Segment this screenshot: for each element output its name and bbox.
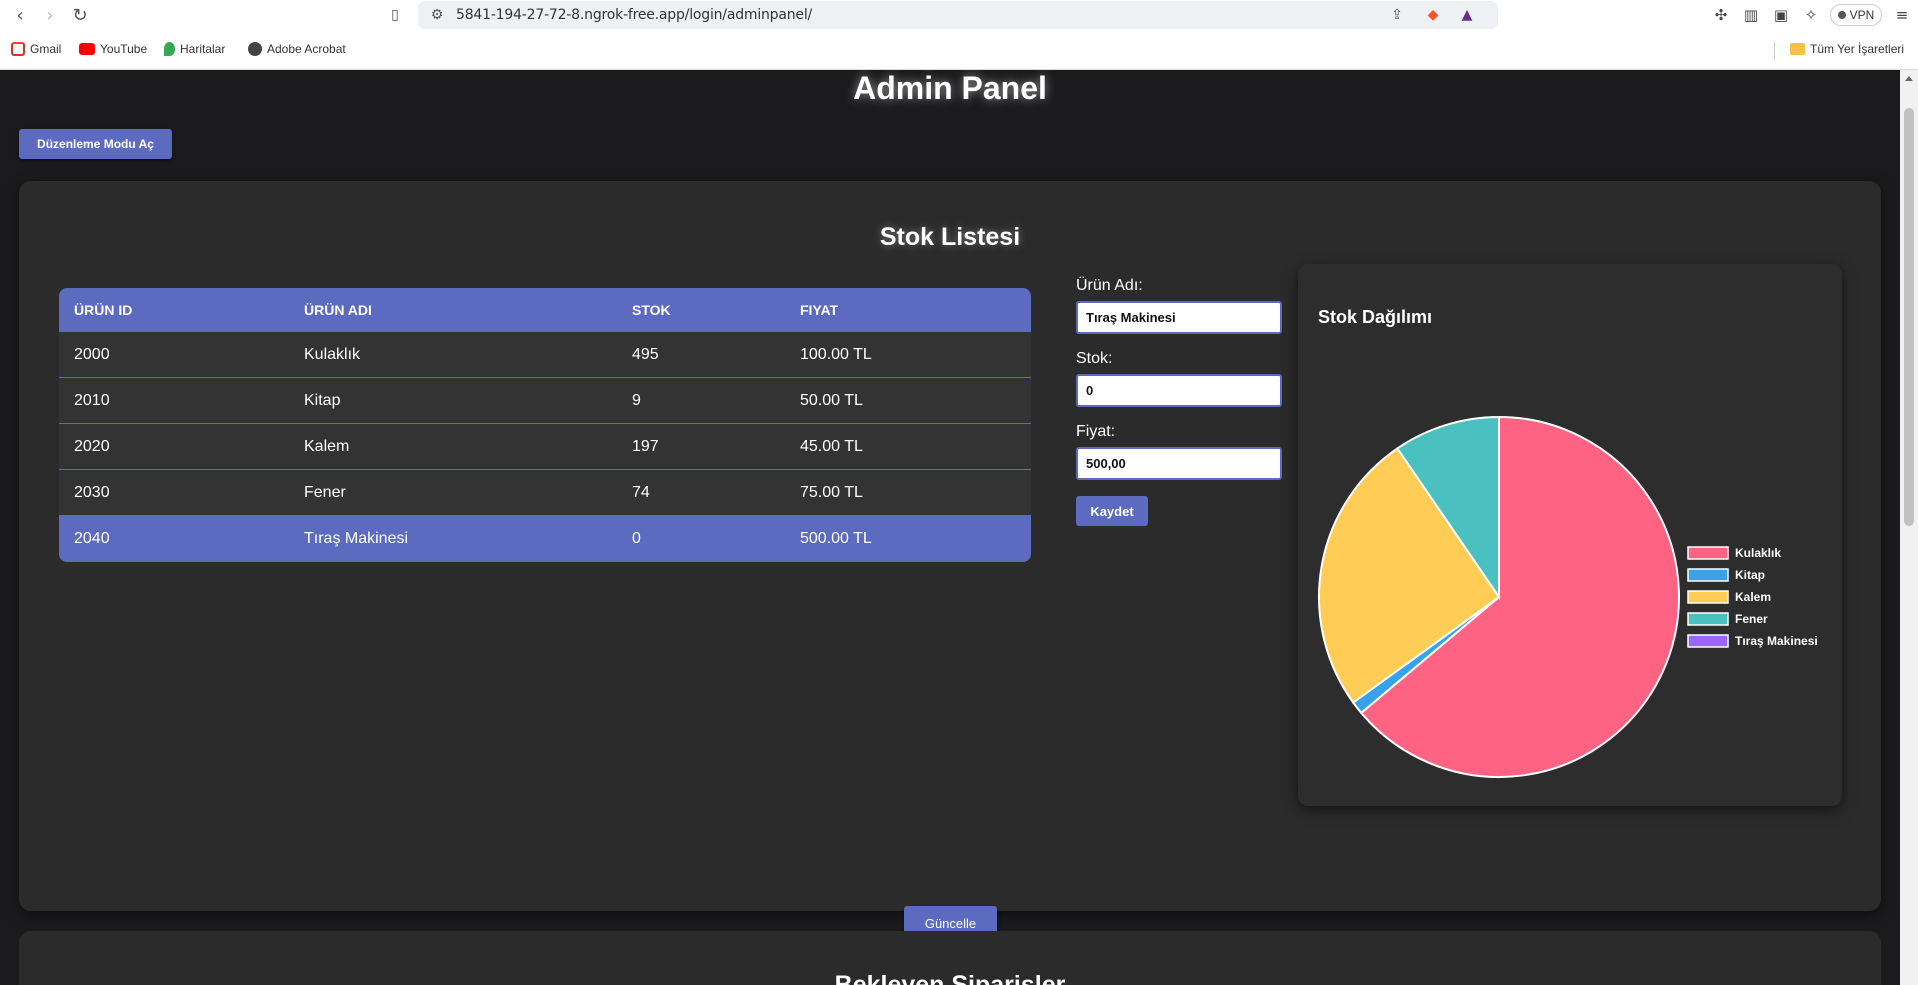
- maps-icon: [164, 42, 175, 56]
- stock-chart: Stok Dağılımı Kulaklık Kitap Kalem Fener Tır…: [1298, 264, 1842, 806]
- vpn-status-icon: [1837, 11, 1846, 19]
- legend-swatch[interactable]: [1687, 590, 1729, 604]
- scroll-thumb[interactable]: [1904, 108, 1914, 526]
- forward-icon[interactable]: ›: [39, 4, 61, 26]
- table-header: ÜRÜN ID ÜRÜN ADI STOK FIYAT: [59, 288, 1031, 332]
- bookmark-label: Gmail: [30, 42, 62, 56]
- brave-rewards-icon[interactable]: ▲: [1458, 6, 1476, 24]
- stock-table: ÜRÜN ID ÜRÜN ADI STOK FIYAT 2000 Kulaklı…: [59, 288, 1031, 562]
- bookmark-icon[interactable]: ▯: [384, 4, 406, 26]
- edit-mode-button[interactable]: Düzenleme Modu Aç: [19, 129, 172, 159]
- cell-stock: 495: [632, 345, 659, 363]
- site-settings-icon[interactable]: ⚙: [428, 6, 446, 24]
- cell-price: 500.00 TL: [800, 530, 872, 547]
- legend-label[interactable]: Kulaklık: [1735, 546, 1781, 560]
- name-input[interactable]: [1076, 301, 1282, 334]
- wallet-icon[interactable]: ▣: [1770, 4, 1792, 26]
- cell-name: Kulaklık: [304, 345, 361, 363]
- bookmark-separator: [1774, 42, 1775, 60]
- cell-stock: 9: [632, 391, 641, 409]
- page-title: Admin Panel: [853, 70, 1047, 106]
- vpn-label: VPN: [1849, 8, 1875, 22]
- bookmark-adobe[interactable]: Adobe Acrobat: [248, 42, 346, 56]
- bookmark-youtube[interactable]: YouTube: [79, 42, 147, 56]
- all-bookmarks-label: Tüm Yer İşaretleri: [1810, 42, 1905, 56]
- orders-title: Bekleyen Siparişler: [834, 971, 1066, 985]
- folder-icon: [1790, 43, 1805, 55]
- scroll-up-icon[interactable]: [1905, 76, 1913, 81]
- legend-swatch[interactable]: [1687, 634, 1729, 648]
- edit-form: Ürün Adı: Stok: Fiyat: Kaydet: [1076, 277, 1282, 526]
- column-header-id: ÜRÜN ID: [74, 301, 133, 318]
- legend-swatch[interactable]: [1687, 612, 1729, 626]
- table-row[interactable]: 2000 Kulaklık 495 100.00 TL: [59, 332, 1031, 378]
- legend-swatch[interactable]: [1687, 568, 1729, 582]
- price-label: Fiyat:: [1076, 423, 1116, 440]
- share-icon[interactable]: ⇪: [1388, 6, 1406, 24]
- cell-stock: 0: [632, 530, 641, 547]
- stock-label: Stok:: [1076, 350, 1113, 367]
- cell-name: Kalem: [304, 437, 350, 455]
- cell-name: Tıraş Makinesi: [304, 530, 409, 547]
- sidebar-icon[interactable]: ▥: [1740, 4, 1762, 26]
- price-input[interactable]: [1076, 447, 1282, 480]
- bookmark-label: YouTube: [100, 42, 148, 56]
- scrollbar[interactable]: [1900, 70, 1918, 985]
- legend-label[interactable]: Kitap: [1735, 568, 1765, 582]
- cell-name: Fener: [304, 483, 346, 501]
- reload-icon[interactable]: ↻: [69, 4, 91, 26]
- cell-price: 45.00 TL: [800, 437, 863, 455]
- pie-chart: Kulaklık Kitap Kalem Fener Tıraş Makinesi: [1318, 415, 1818, 778]
- cell-name: Kitap: [304, 391, 341, 409]
- name-label: Ürün Adı:: [1076, 277, 1143, 294]
- cell-price: 100.00 TL: [800, 345, 872, 363]
- leo-ai-icon[interactable]: ✧: [1800, 4, 1822, 26]
- table-row[interactable]: 2030 Fener 74 75.00 TL: [59, 470, 1031, 516]
- stock-card: Stok Listesi ÜRÜN ID ÜRÜN ADI STOK FIYAT…: [19, 181, 1881, 941]
- bookmark-label: Haritalar: [180, 42, 226, 56]
- page-content: Admin Panel Düzenleme Modu Aç Stok Liste…: [0, 70, 1900, 985]
- legend-label[interactable]: Kalem: [1735, 590, 1771, 604]
- back-icon[interactable]: ‹: [9, 4, 31, 26]
- stock-title: Stok Listesi: [879, 223, 1021, 251]
- youtube-icon: [79, 43, 95, 55]
- cell-id: 2000: [74, 345, 110, 363]
- cell-id: 2020: [74, 437, 110, 455]
- gmail-icon: [11, 42, 25, 56]
- cell-price: 75.00 TL: [800, 483, 863, 501]
- column-header-price: FIYAT: [800, 301, 839, 318]
- legend-label[interactable]: Fener: [1735, 612, 1768, 626]
- legend-label[interactable]: Tıraş Makinesi: [1735, 634, 1818, 648]
- bookmark-maps[interactable]: Haritalar: [164, 42, 225, 56]
- brave-shield-icon[interactable]: ◆: [1424, 6, 1442, 24]
- menu-icon[interactable]: ≡: [1891, 4, 1913, 26]
- stock-input[interactable]: [1076, 374, 1282, 407]
- table-row[interactable]: 2020 Kalem 197 45.00 TL: [59, 424, 1031, 470]
- column-header-name: ÜRÜN ADI: [304, 301, 372, 318]
- table-row[interactable]: 2010 Kitap 9 50.00 TL: [59, 378, 1031, 424]
- cell-stock: 197: [632, 437, 659, 455]
- cell-price: 50.00 TL: [800, 391, 863, 409]
- cell-stock: 74: [632, 483, 650, 501]
- column-header-stock: STOK: [632, 301, 671, 318]
- bookmark-label: Adobe Acrobat: [267, 42, 346, 56]
- orders-card: Bekleyen Siparişler: [19, 931, 1881, 985]
- vpn-button[interactable]: VPN: [1830, 4, 1882, 26]
- extensions-icon[interactable]: ✣: [1710, 4, 1732, 26]
- browser-toolbar: ‹ › ↻ ▯ ⚙ 5841-194-27-72-8.ngrok-free.ap…: [0, 0, 1918, 32]
- bookmarks-bar: Gmail YouTube Haritalar Adobe Acrobat Tü…: [0, 32, 1918, 70]
- table-row-selected[interactable]: 2040 Tıraş Makinesi 0 500.00 TL: [59, 516, 1031, 562]
- globe-icon: [248, 42, 262, 56]
- cell-id: 2030: [74, 483, 110, 501]
- address-bar[interactable]: ⚙ 5841-194-27-72-8.ngrok-free.app/login/…: [418, 1, 1498, 29]
- save-button[interactable]: Kaydet: [1076, 496, 1148, 526]
- all-bookmarks[interactable]: Tüm Yer İşaretleri: [1790, 42, 1904, 56]
- url-text[interactable]: 5841-194-27-72-8.ngrok-free.app/login/ad…: [456, 7, 812, 23]
- legend-swatch[interactable]: [1687, 546, 1729, 560]
- cell-id: 2040: [74, 530, 110, 547]
- cell-id: 2010: [74, 391, 110, 409]
- bookmark-gmail[interactable]: Gmail: [11, 42, 61, 56]
